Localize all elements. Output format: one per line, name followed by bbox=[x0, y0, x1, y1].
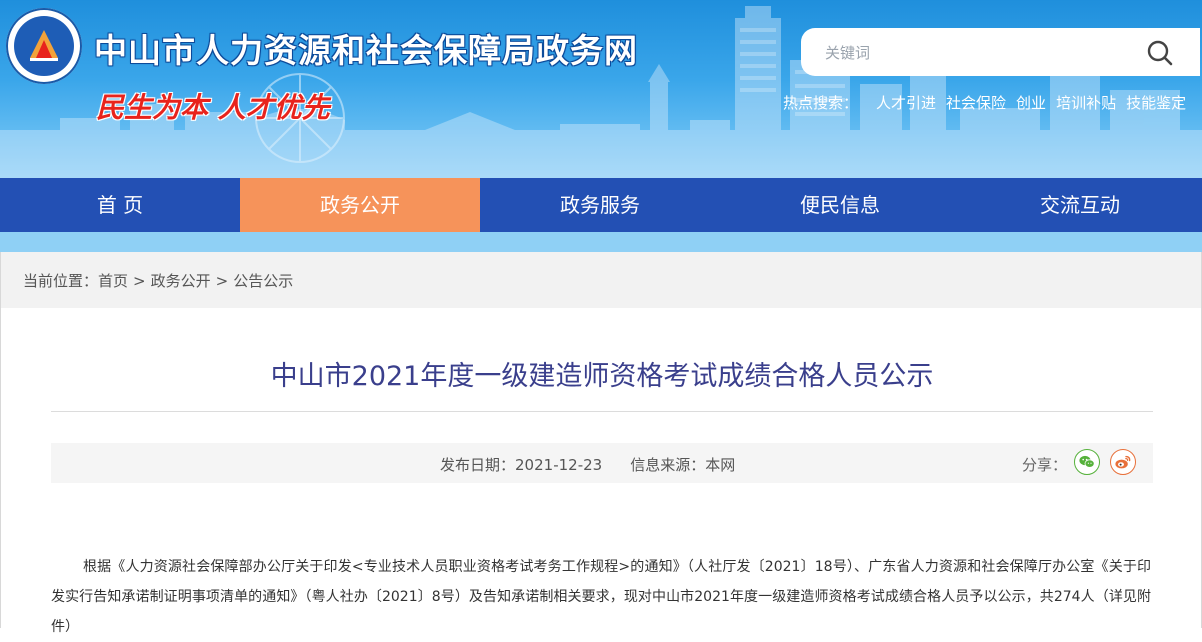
breadcrumb-announcements[interactable]: 公告公示 bbox=[233, 272, 293, 290]
article-meta-bar: 发布日期：2021-12-23 信息来源：本网 分享： bbox=[51, 443, 1153, 483]
breadcrumb: 当前位置：首页 > 政务公开 > 公告公示 bbox=[23, 270, 293, 291]
search-box bbox=[801, 28, 1200, 76]
share-wechat-button[interactable] bbox=[1074, 449, 1100, 475]
hot-search: 热点搜索： 人才引进 社会保险 创业 培训补贴 技能鉴定 bbox=[783, 92, 1196, 113]
title-divider bbox=[51, 411, 1153, 412]
search-input[interactable] bbox=[823, 38, 1127, 68]
publish-date-label: 发布日期： bbox=[440, 456, 516, 474]
site-title: 中山市人力资源和社会保障局政务网 bbox=[94, 31, 638, 70]
article-meta: 发布日期：2021-12-23 信息来源：本网 bbox=[440, 454, 735, 475]
hot-search-label: 热点搜索： bbox=[783, 94, 859, 112]
logo-emblem bbox=[14, 16, 74, 76]
share-label: 分享： bbox=[1022, 456, 1068, 474]
emblem-shape-icon bbox=[30, 30, 58, 61]
source-value: 本网 bbox=[705, 456, 736, 474]
article: 中山市2021年度一级建造师资格考试成绩合格人员公示 发布日期：2021-12-… bbox=[0, 308, 1202, 635]
bureau-logo[interactable] bbox=[6, 8, 82, 84]
main-nav: 首 页 政务公开 政务服务 便民信息 交流互动 bbox=[0, 178, 1202, 232]
nav-item-government-affairs[interactable]: 政务公开 bbox=[240, 178, 480, 232]
breadcrumb-bar: 当前位置：首页 > 政务公开 > 公告公示 bbox=[0, 252, 1202, 308]
header-banner: 中山市人力资源和社会保障局政务网 民生为本 人才优先 热点搜索： 人才引进社会保险… bbox=[0, 0, 1202, 178]
article-title: 中山市2021年度一级建造师资格考试成绩合格人员公示 bbox=[270, 361, 934, 392]
hot-search-link-social-insurance[interactable]: 社会保险 bbox=[946, 94, 1006, 112]
share-weibo-button[interactable] bbox=[1110, 449, 1136, 475]
nav-item-interaction[interactable]: 交流互动 bbox=[960, 178, 1200, 232]
hot-search-link-skill-appraisal[interactable]: 技能鉴定 bbox=[1126, 94, 1186, 112]
wechat-icon bbox=[1079, 455, 1095, 468]
breadcrumb-government-affairs[interactable]: 政务公开 bbox=[151, 272, 211, 290]
breadcrumb-separator: > bbox=[215, 272, 229, 290]
breadcrumb-label: 当前位置： bbox=[23, 272, 99, 290]
source-label: 信息来源： bbox=[630, 456, 706, 474]
breadcrumb-separator: > bbox=[133, 272, 146, 290]
nav-item-services[interactable]: 政务服务 bbox=[480, 178, 720, 232]
nav-item-public-info[interactable]: 便民信息 bbox=[720, 178, 960, 232]
publish-date: 2021-12-23 bbox=[515, 456, 603, 474]
hot-search-link-talent[interactable]: 人才引进 bbox=[876, 94, 936, 112]
hot-search-link-entrepreneurship[interactable]: 创业 bbox=[1016, 94, 1046, 112]
search-icon[interactable] bbox=[1145, 38, 1175, 68]
breadcrumb-home[interactable]: 首页 bbox=[98, 272, 128, 290]
site-slogan: 民生为本 人才优先 bbox=[96, 91, 330, 124]
hot-search-link-training-subsidy[interactable]: 培训补贴 bbox=[1056, 94, 1116, 112]
article-body-paragraph: 根据《人力资源社会保障部办公厅关于印发<专业技术人员职业资格考试考务工作规程>的… bbox=[51, 559, 1151, 635]
nav-item-home[interactable]: 首 页 bbox=[0, 178, 240, 232]
weibo-icon bbox=[1115, 455, 1131, 469]
nav-stripe bbox=[0, 232, 1202, 252]
